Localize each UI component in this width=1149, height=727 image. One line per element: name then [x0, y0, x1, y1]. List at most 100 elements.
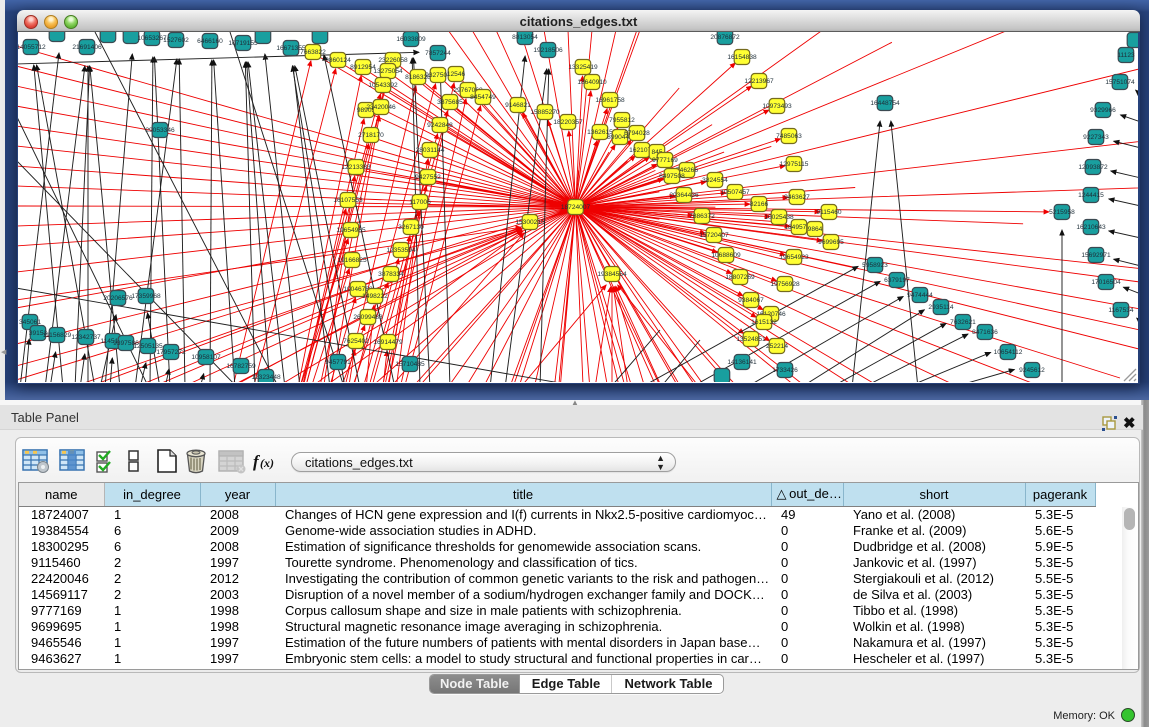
- svg-text:20876872: 20876872: [710, 34, 740, 41]
- svg-text:9457791: 9457791: [325, 359, 351, 366]
- svg-text:9474444: 9474444: [907, 292, 933, 299]
- svg-text:12213383: 12213383: [341, 164, 371, 171]
- svg-text:14055712: 14055712: [18, 44, 46, 51]
- svg-text:20364436: 20364436: [669, 192, 699, 199]
- svg-text:17359968: 17359968: [131, 293, 161, 300]
- svg-text:1498222: 1498222: [362, 293, 388, 300]
- svg-text:20206576: 20206576: [103, 295, 133, 302]
- svg-text:19756928: 19756928: [770, 281, 800, 288]
- svg-text:7485063: 7485063: [776, 133, 802, 140]
- svg-text:17957272: 17957272: [156, 349, 186, 356]
- svg-text:19218506: 19218506: [533, 47, 563, 54]
- svg-text:(x): (x): [260, 456, 274, 470]
- svg-text:10719155: 10719155: [228, 40, 258, 47]
- svg-text:16210643: 16210643: [1076, 224, 1106, 231]
- svg-text:15710485: 15710485: [395, 361, 425, 368]
- svg-text:12546: 12546: [447, 71, 466, 78]
- svg-text:10654112: 10654112: [994, 349, 1023, 356]
- svg-text:1733426: 1733426: [772, 367, 798, 374]
- svg-text:7886372: 7886372: [689, 213, 715, 220]
- svg-text:12093872: 12093872: [1078, 164, 1108, 171]
- svg-text:5958923: 5958923: [862, 262, 888, 269]
- svg-text:12353594: 12353594: [386, 247, 416, 254]
- svg-text:8471636: 8471636: [972, 329, 998, 336]
- svg-text:18640910: 18640910: [577, 79, 607, 86]
- svg-text:6497508: 6497508: [659, 173, 685, 180]
- svg-text:26099483: 26099483: [353, 314, 383, 321]
- svg-text:11123: 11123: [1117, 52, 1135, 59]
- svg-text:9329966: 9329966: [1090, 107, 1116, 114]
- svg-text:18724007: 18724007: [561, 204, 591, 211]
- svg-text:7663822: 7663822: [300, 49, 326, 56]
- svg-text:29053346: 29053346: [145, 127, 175, 134]
- svg-text:15720407: 15720407: [699, 232, 729, 239]
- svg-text:9146821: 9146821: [505, 102, 531, 109]
- svg-text:9242848: 9242848: [427, 122, 453, 129]
- svg-text:252214: 252214: [766, 343, 788, 350]
- svg-text:17016504: 17016504: [1091, 279, 1121, 286]
- svg-text:16033809: 16033809: [396, 36, 426, 43]
- svg-text:23420046: 23420046: [366, 104, 396, 111]
- svg-text:16914479: 16914479: [373, 339, 403, 346]
- svg-text:11156829: 11156829: [43, 332, 72, 339]
- svg-text:12323448: 12323448: [251, 374, 281, 381]
- svg-text:12342737: 12342737: [71, 334, 101, 341]
- svg-text:9245612: 9245612: [1019, 367, 1045, 374]
- svg-text:2718170: 2718170: [358, 132, 384, 139]
- svg-text:19654923: 19654923: [779, 254, 809, 261]
- svg-text:7857244: 7857244: [425, 50, 451, 57]
- svg-text:9864: 9864: [808, 226, 823, 233]
- svg-text:9115460: 9115460: [816, 209, 842, 216]
- svg-text:18220357: 18220357: [553, 119, 583, 126]
- svg-text:7632621: 7632621: [950, 319, 976, 326]
- svg-text:19384554: 19384554: [597, 271, 627, 278]
- svg-text:3267130: 3267130: [398, 224, 424, 231]
- svg-text:16154838: 16154838: [727, 54, 757, 61]
- svg-text:12213967: 12213967: [744, 78, 774, 85]
- svg-text:6379197: 6379197: [884, 277, 910, 284]
- svg-text:15692971: 15692971: [1081, 252, 1111, 259]
- svg-text:9860124: 9860124: [325, 57, 351, 64]
- svg-text:18807269: 18807269: [725, 274, 755, 281]
- svg-text:15300215: 15300215: [515, 219, 545, 226]
- svg-text:3875685: 3875685: [437, 99, 463, 106]
- svg-text:21691406: 21691406: [72, 44, 102, 51]
- svg-text:1527602: 1527602: [163, 37, 189, 44]
- svg-text:9777169: 9777169: [652, 157, 678, 164]
- svg-text:10973493: 10973493: [762, 103, 792, 110]
- svg-text:5215958: 5215958: [1049, 209, 1075, 216]
- svg-text:28031144: 28031144: [416, 147, 445, 154]
- svg-text:16448754: 16448754: [870, 100, 900, 107]
- svg-text:117006: 117006: [409, 199, 431, 206]
- svg-text:8912954: 8912954: [350, 64, 376, 71]
- svg-text:3878334: 3878334: [378, 271, 404, 278]
- svg-text:2935114: 2935114: [928, 304, 954, 311]
- svg-text:8454749: 8454749: [470, 94, 496, 101]
- svg-text:16961758: 16961758: [595, 97, 625, 104]
- svg-text:3824554: 3824554: [702, 177, 728, 184]
- svg-text:13275054: 13275054: [373, 68, 403, 75]
- svg-text:19166825: 19166825: [337, 257, 367, 264]
- svg-text:19654985: 19654985: [336, 227, 366, 234]
- svg-text:7955812: 7955812: [609, 117, 635, 124]
- svg-text:82166: 82166: [750, 201, 769, 208]
- svg-text:9227343: 9227343: [1083, 134, 1109, 141]
- svg-text:10025438: 10025438: [764, 214, 794, 221]
- svg-text:9463627: 9463627: [784, 194, 810, 201]
- svg-text:14136141: 14136141: [727, 359, 757, 366]
- svg-text:8813054: 8813054: [512, 34, 538, 41]
- svg-text:13524851: 13524851: [736, 336, 766, 343]
- svg-text:1167534: 1167534: [1108, 307, 1134, 314]
- svg-text:16782759: 16782759: [226, 363, 256, 370]
- svg-text:9384067: 9384067: [738, 297, 764, 304]
- svg-text:1615132: 1615132: [751, 319, 777, 326]
- svg-text:9699695: 9699695: [818, 239, 844, 246]
- svg-text:15885270: 15885270: [530, 109, 560, 116]
- svg-text:15751074: 15751074: [1105, 79, 1135, 86]
- svg-text:7625402: 7625402: [343, 338, 369, 345]
- svg-text:6794028: 6794028: [624, 130, 650, 137]
- svg-text:9427552: 9427552: [415, 174, 441, 181]
- svg-text:10507457: 10507457: [720, 189, 750, 196]
- svg-text:6466160: 6466160: [197, 38, 223, 45]
- svg-text:10958107: 10958107: [191, 354, 221, 361]
